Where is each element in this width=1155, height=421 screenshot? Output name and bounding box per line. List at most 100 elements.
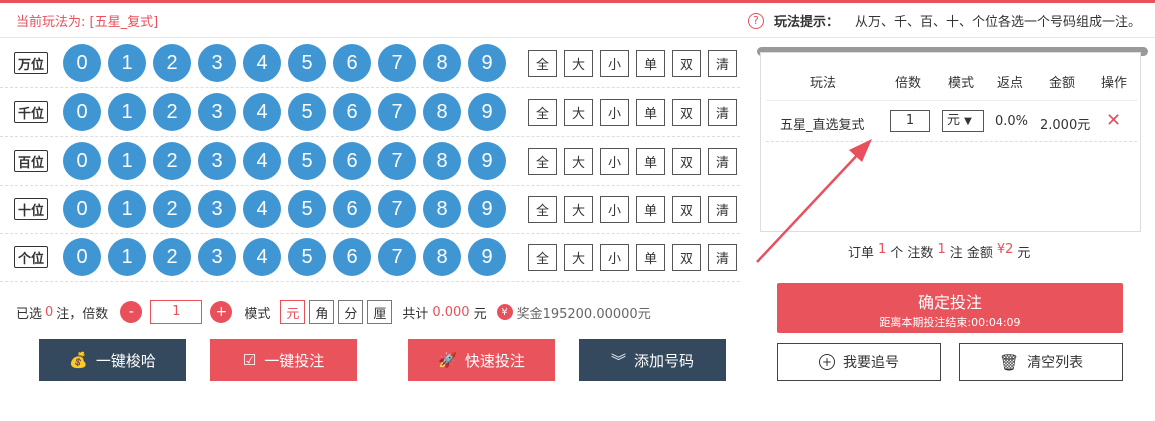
- quick-select-button[interactable]: 大: [564, 50, 593, 77]
- minus-button[interactable]: -: [120, 301, 143, 323]
- quick-select-button[interactable]: 全: [528, 148, 557, 175]
- cart-row-mode-select[interactable]: 元 ▼: [942, 110, 984, 132]
- number-ball[interactable]: 6: [333, 93, 371, 131]
- number-ball[interactable]: 4: [243, 93, 281, 131]
- quick-select-button[interactable]: 双: [672, 99, 701, 126]
- number-ball[interactable]: 5: [288, 44, 326, 82]
- number-ball[interactable]: 1: [108, 238, 146, 276]
- number-ball[interactable]: 3: [198, 142, 236, 180]
- quick-select-button[interactable]: 双: [672, 148, 701, 175]
- quick-select-button[interactable]: 全: [528, 50, 557, 77]
- mode-li-button[interactable]: 厘: [367, 300, 393, 324]
- number-ball[interactable]: 1: [108, 44, 146, 82]
- number-ball[interactable]: 8: [423, 238, 461, 276]
- quick-select-button[interactable]: 小: [600, 244, 629, 271]
- quick-select-button[interactable]: 单: [636, 50, 665, 77]
- clear-list-button[interactable]: 🗑 清空列表: [959, 343, 1123, 381]
- number-ball[interactable]: 4: [243, 44, 281, 82]
- number-ball[interactable]: 2: [153, 93, 191, 131]
- quick-select-button[interactable]: 双: [672, 50, 701, 77]
- quick-select-button[interactable]: 清: [708, 50, 737, 77]
- number-ball[interactable]: 9: [468, 142, 506, 180]
- number-ball[interactable]: 3: [198, 190, 236, 228]
- number-ball[interactable]: 7: [378, 190, 416, 228]
- number-ball[interactable]: 2: [153, 44, 191, 82]
- add-number-button[interactable]: ︾ 添加号码: [579, 339, 726, 381]
- number-ball[interactable]: 7: [378, 142, 416, 180]
- quick-select-button[interactable]: 大: [564, 99, 593, 126]
- quick-select-button[interactable]: 双: [672, 244, 701, 271]
- number-ball[interactable]: 0: [63, 93, 101, 131]
- number-ball[interactable]: 8: [423, 190, 461, 228]
- mode-yuan-button[interactable]: 元: [280, 300, 306, 324]
- quick-select-button[interactable]: 大: [564, 148, 593, 175]
- number-ball[interactable]: 7: [378, 44, 416, 82]
- number-ball[interactable]: 0: [63, 190, 101, 228]
- number-ball[interactable]: 9: [468, 238, 506, 276]
- number-ball[interactable]: 1: [108, 142, 146, 180]
- quick-select-button[interactable]: 全: [528, 99, 557, 126]
- quick-select-button[interactable]: 小: [600, 99, 629, 126]
- number-ball[interactable]: 6: [333, 238, 371, 276]
- question-icon[interactable]: ?: [747, 12, 764, 29]
- number-ball[interactable]: 4: [243, 238, 281, 276]
- number-ball[interactable]: 6: [333, 44, 371, 82]
- number-ball[interactable]: 8: [423, 93, 461, 131]
- number-ball[interactable]: 2: [153, 190, 191, 228]
- quick-select-button[interactable]: 小: [600, 50, 629, 77]
- number-ball[interactable]: 6: [333, 190, 371, 228]
- number-ball[interactable]: 0: [63, 142, 101, 180]
- number-ball[interactable]: 7: [378, 93, 416, 131]
- quick-select-button[interactable]: 全: [528, 244, 557, 271]
- quick-select-button[interactable]: 清: [708, 99, 737, 126]
- summary-unit: 元: [1017, 246, 1031, 261]
- number-ball[interactable]: 5: [288, 142, 326, 180]
- number-ball[interactable]: 9: [468, 93, 506, 131]
- quick-select-button[interactable]: 清: [708, 148, 737, 175]
- mode-fen-button[interactable]: 分: [338, 300, 364, 324]
- number-ball[interactable]: 8: [423, 44, 461, 82]
- plus-button[interactable]: +: [210, 301, 233, 323]
- quick-select-button[interactable]: 单: [636, 244, 665, 271]
- quick-select-button[interactable]: 大: [564, 196, 593, 223]
- quick-select-button[interactable]: 单: [636, 148, 665, 175]
- summary-amount: ¥2: [996, 242, 1014, 257]
- quick-select-button[interactable]: 大: [564, 244, 593, 271]
- multiple-input[interactable]: 1: [150, 300, 203, 324]
- number-ball[interactable]: 2: [153, 142, 191, 180]
- quick-select-button[interactable]: 清: [708, 244, 737, 271]
- quick-select-button[interactable]: 小: [600, 148, 629, 175]
- number-ball[interactable]: 9: [468, 190, 506, 228]
- number-ball[interactable]: 9: [468, 44, 506, 82]
- number-ball[interactable]: 0: [63, 238, 101, 276]
- number-ball[interactable]: 8: [423, 142, 461, 180]
- quick-select-button[interactable]: 双: [672, 196, 701, 223]
- number-ball[interactable]: 1: [108, 190, 146, 228]
- number-ball[interactable]: 1: [108, 93, 146, 131]
- one-click-bet-button[interactable]: ☑ 一键投注: [210, 339, 357, 381]
- number-ball[interactable]: 7: [378, 238, 416, 276]
- number-ball[interactable]: 3: [198, 44, 236, 82]
- delete-icon[interactable]: ✕: [1106, 110, 1121, 131]
- number-ball[interactable]: 0: [63, 44, 101, 82]
- cart-row-multiple-input[interactable]: 1: [890, 110, 930, 132]
- quick-select-button[interactable]: 清: [708, 196, 737, 223]
- one-click-random-button[interactable]: 💰 一键梭哈: [39, 339, 186, 381]
- number-ball[interactable]: 6: [333, 142, 371, 180]
- fast-bet-button[interactable]: 🚀 快速投注: [408, 339, 555, 381]
- number-ball[interactable]: 5: [288, 190, 326, 228]
- quick-select-button[interactable]: 小: [600, 196, 629, 223]
- number-ball[interactable]: 2: [153, 238, 191, 276]
- quick-select-button[interactable]: 单: [636, 99, 665, 126]
- number-ball[interactable]: 5: [288, 238, 326, 276]
- number-ball[interactable]: 3: [198, 238, 236, 276]
- chase-number-button[interactable]: + 我要追号: [777, 343, 941, 381]
- number-ball[interactable]: 4: [243, 190, 281, 228]
- mode-jiao-button[interactable]: 角: [309, 300, 335, 324]
- confirm-bet-button[interactable]: 确定投注 距离本期投注结束:00:04:09: [777, 283, 1123, 333]
- number-ball[interactable]: 4: [243, 142, 281, 180]
- quick-select-button[interactable]: 单: [636, 196, 665, 223]
- number-ball[interactable]: 5: [288, 93, 326, 131]
- number-ball[interactable]: 3: [198, 93, 236, 131]
- quick-select-button[interactable]: 全: [528, 196, 557, 223]
